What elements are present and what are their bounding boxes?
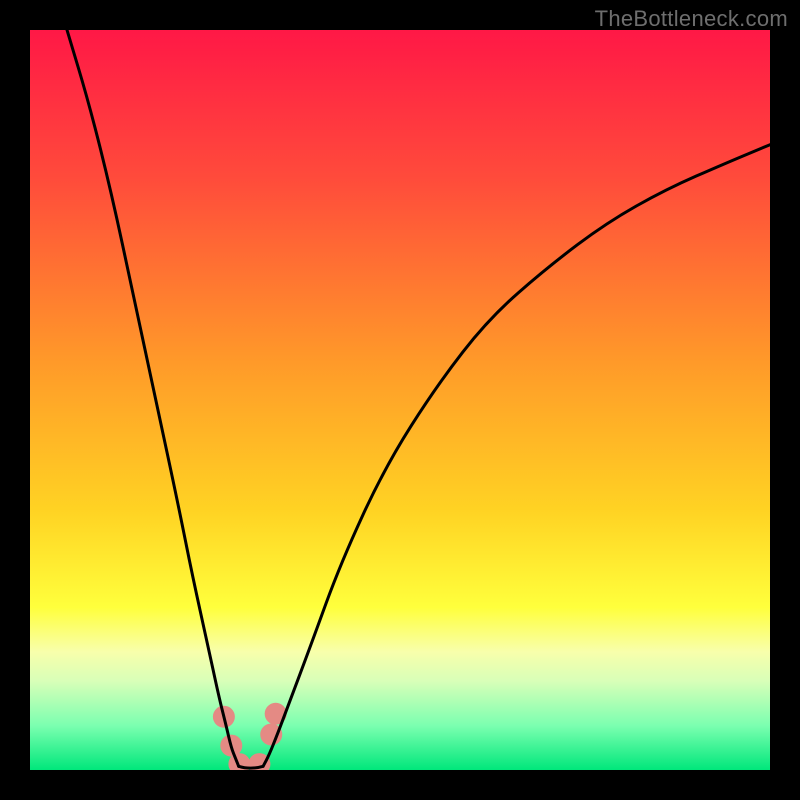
watermark-text: TheBottleneck.com bbox=[595, 6, 788, 32]
chart-svg bbox=[30, 30, 770, 770]
plot-area bbox=[30, 30, 770, 770]
gradient-bg bbox=[30, 30, 770, 770]
chart-frame: TheBottleneck.com bbox=[0, 0, 800, 800]
